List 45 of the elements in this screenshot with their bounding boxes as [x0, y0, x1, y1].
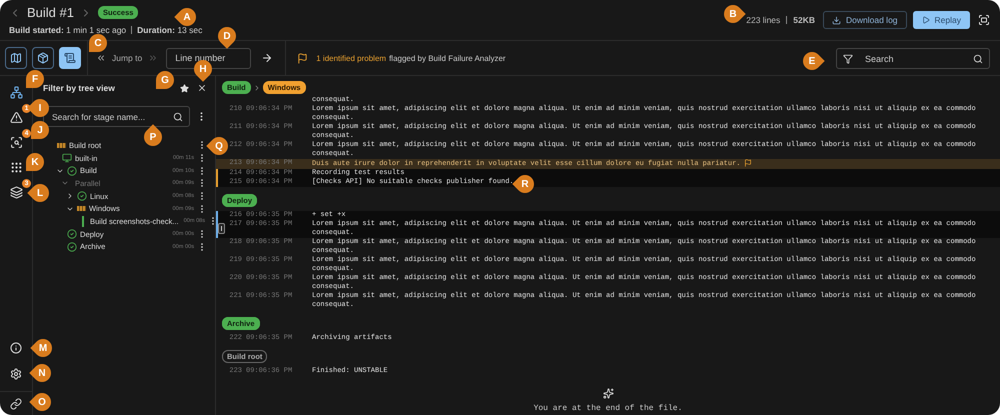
file-size: 52KB [793, 15, 816, 25]
callout-tooltip: B [720, 1, 746, 27]
jump-forward-icon[interactable] [148, 53, 158, 63]
callout-tooltip: G [152, 67, 178, 93]
callout-tooltip: M [30, 335, 56, 361]
callout-tooltip: R [512, 171, 538, 197]
download-log-button[interactable]: Download log [823, 11, 907, 29]
layers-icon[interactable] [10, 186, 22, 199]
callout-tooltip: P [140, 124, 166, 150]
search-input[interactable]: Search [863, 52, 963, 64]
fullscreen-icon[interactable] [978, 14, 990, 26]
go-arrow-icon[interactable] [261, 52, 274, 64]
search-icon[interactable] [973, 54, 983, 64]
package-icon[interactable] [32, 47, 54, 69]
star-icon[interactable] [180, 84, 189, 92]
close-icon[interactable] [197, 83, 207, 93]
end-of-file-message: You are at the end of the file. [534, 404, 682, 413]
panel-title: Filter by tree view [43, 83, 115, 93]
callout-tooltip: K [22, 149, 48, 175]
filter-icon[interactable] [843, 54, 853, 64]
stage-search-field[interactable]: Search for stage name... [43, 106, 190, 127]
callout-tooltip: N [29, 360, 55, 386]
map-icon[interactable] [5, 47, 27, 69]
build-title: Build #1 [27, 5, 74, 20]
inspect-icon[interactable] [10, 136, 22, 149]
sparkles-icon [602, 388, 614, 399]
callout-tooltip: E [799, 48, 825, 74]
line-count: 223 lines [746, 15, 780, 25]
download-icon [832, 16, 842, 24]
play-icon [922, 16, 930, 24]
callout-tooltip: O [29, 389, 55, 415]
warning-icon[interactable] [10, 111, 22, 124]
stage-search-input[interactable]: Search for stage name... [50, 110, 173, 122]
callout-tooltip: D [214, 23, 240, 49]
build-meta: Build started: 1 min 1 sec ago [9, 25, 126, 35]
document-icon[interactable] [59, 47, 81, 69]
replay-button[interactable]: Replay [912, 11, 970, 29]
jump-label: Jump to [112, 53, 142, 63]
jump-back-icon[interactable] [96, 53, 106, 63]
search-icon[interactable] [173, 112, 183, 122]
chevron-right-icon[interactable] [66, 192, 74, 200]
search-field[interactable]: Search [836, 48, 990, 69]
expand-icon[interactable] [218, 222, 225, 234]
problem-summary: 1 identified problem flagged by Build Failure Analyzer [316, 54, 506, 62]
flag-icon [297, 52, 308, 64]
